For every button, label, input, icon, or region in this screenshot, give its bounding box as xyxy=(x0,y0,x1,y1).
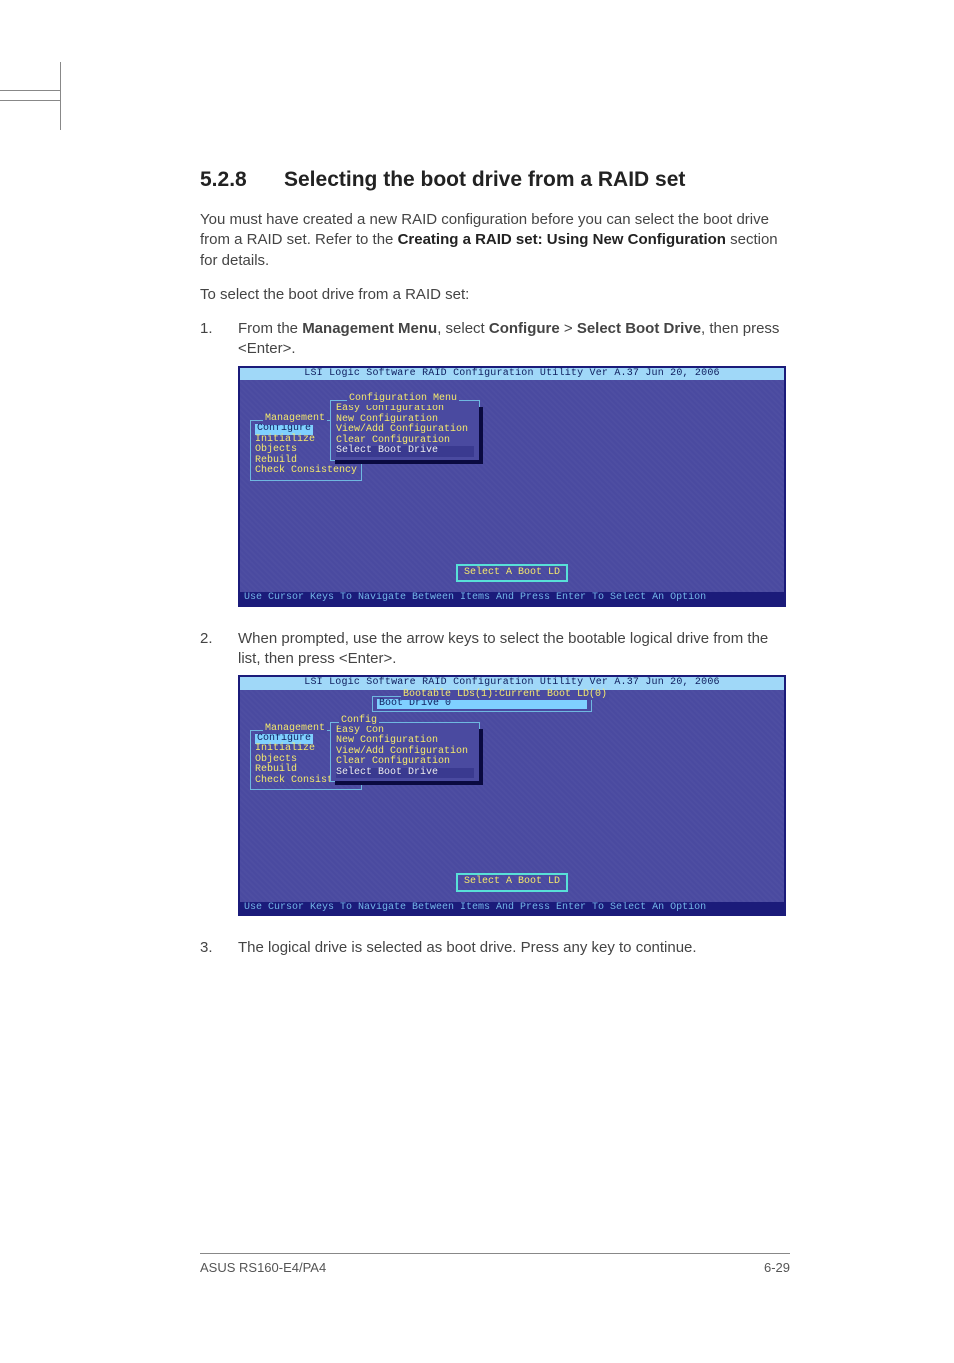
select-boot-ld-box: Select A Boot LD xyxy=(456,873,568,892)
bios-footer-hint: Use Cursor Keys To Navigate Between Item… xyxy=(240,592,784,605)
step-body: The logical drive is selected as boot dr… xyxy=(238,938,790,958)
bios-title-bar: LSI Logic Software RAID Configuration Ut… xyxy=(240,677,784,690)
step-body: From the Management Menu, select Configu… xyxy=(238,319,790,360)
step-number: 1. xyxy=(200,319,238,360)
cfg-item-select-boot-drive[interactable]: Select Boot Drive xyxy=(336,768,474,779)
cfg-item-select-boot-drive[interactable]: Select Boot Drive xyxy=(336,446,474,457)
footer-left: ASUS RS160-E4/PA4 xyxy=(200,1260,326,1275)
configuration-menu-title: Configuration Menu xyxy=(347,394,459,405)
select-boot-ld-box: Select A Boot LD xyxy=(456,564,568,583)
step-body: When prompted, use the arrow keys to sel… xyxy=(238,629,790,670)
management-menu-title: Management xyxy=(263,724,327,735)
bootable-lds-title: Bootable LDs(1):Current Boot LD(0) xyxy=(401,690,609,701)
page-content: 5.2.8Selecting the boot drive from a RAI… xyxy=(200,168,790,964)
mgmt-item-check-consistency[interactable]: Check Consistency xyxy=(255,466,357,477)
management-menu-title: Management xyxy=(263,414,327,425)
bios-screenshot-2: LSI Logic Software RAID Configuration Ut… xyxy=(238,675,790,916)
section-heading: 5.2.8Selecting the boot drive from a RAI… xyxy=(200,168,790,192)
mgmt-item-configure[interactable]: Configure xyxy=(255,424,313,435)
bootable-lds-box: Bootable LDs(1):Current Boot LD(0) Boot … xyxy=(372,696,592,713)
step-2: 2. When prompted, use the arrow keys to … xyxy=(200,629,790,670)
cfg-item-new[interactable]: New Configuration xyxy=(336,736,474,747)
configuration-menu-box: Config Easy Con New Configuration View/A… xyxy=(330,722,480,783)
cfg-item-view-add[interactable]: View/Add Configuration xyxy=(336,425,474,436)
bios-body: Management Configure Initialize Objects … xyxy=(240,690,784,902)
configuration-menu-title-short: Config xyxy=(339,716,379,727)
step-number: 3. xyxy=(200,938,238,958)
step-1: 1. From the Management Menu, select Conf… xyxy=(200,319,790,360)
section-number: 5.2.8 xyxy=(200,168,284,192)
boot-drive-0-item[interactable]: Boot Drive 0 xyxy=(377,699,587,710)
bios-screenshot-1: LSI Logic Software RAID Configuration Ut… xyxy=(238,366,790,607)
step-number: 2. xyxy=(200,629,238,670)
configuration-menu-box: Configuration Menu Easy Configuration Ne… xyxy=(330,400,480,461)
section-title: Selecting the boot drive from a RAID set xyxy=(284,168,685,191)
intro-paragraph-1: You must have created a new RAID configu… xyxy=(200,210,790,271)
bios-footer-hint: Use Cursor Keys To Navigate Between Item… xyxy=(240,902,784,915)
footer-right: 6-29 xyxy=(764,1260,790,1275)
cfg-item-clear[interactable]: Clear Configuration xyxy=(336,757,474,768)
step-3: 3. The logical drive is selected as boot… xyxy=(200,938,790,958)
bios-title-bar: LSI Logic Software RAID Configuration Ut… xyxy=(240,368,784,381)
intro-paragraph-2: To select the boot drive from a RAID set… xyxy=(200,285,790,305)
bios-body: Management Configure Initialize Objects … xyxy=(240,380,784,592)
page-footer: ASUS RS160-E4/PA4 6-29 xyxy=(200,1253,790,1275)
cfg-item-easy[interactable]: Easy Configuration xyxy=(336,404,474,415)
